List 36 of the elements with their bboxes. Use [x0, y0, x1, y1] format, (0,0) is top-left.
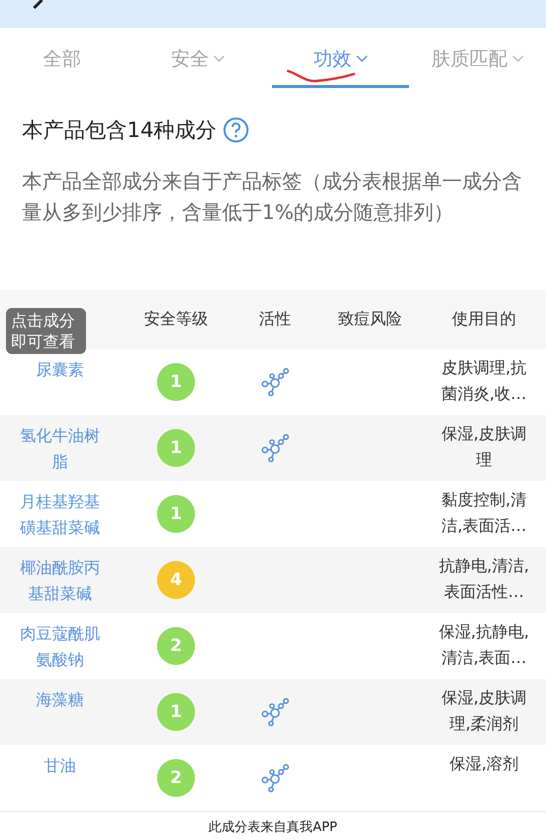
safety-badge: 2: [157, 759, 195, 797]
safety-badge: 4: [157, 561, 195, 599]
column-header: 安全等级: [144, 309, 208, 330]
safety-badge: 1: [157, 363, 195, 401]
description-text: 本产品全部成分来自于产品标签（成分表根据单一成分含量从多到少排序，含量低于1%的成分随意排列）: [22, 168, 523, 226]
section-title: 本产品包含14种成分: [22, 117, 217, 144]
source-note: 此成分表来自真我APP: [208, 820, 338, 835]
table-cell-text: 抗静电,清洁,表面活性…: [438, 555, 530, 603]
table-cell-text: 皮肤调理,抗菌消炎,收…: [440, 357, 528, 405]
ingredient-link[interactable]: 海藻糖: [36, 687, 84, 713]
table-cell-text: 黏度控制,清洁,表面活…: [440, 489, 528, 537]
tab[interactable]: 全部: [0, 28, 124, 90]
ingredient-link[interactable]: 椰油酰胺丙基甜菜碱: [18, 555, 102, 607]
ingredient-link[interactable]: 尿囊素: [36, 357, 84, 383]
tab[interactable]: 安全: [124, 28, 272, 90]
column-header: 使用目的: [452, 309, 516, 330]
ingredient-link[interactable]: 甘油: [44, 753, 76, 779]
safety-badge: 1: [157, 429, 195, 467]
tab[interactable]: 肤质匹配: [409, 28, 546, 90]
ingredient-link[interactable]: 肉豆蔻酰肌氨酸钠: [18, 621, 102, 673]
help-icon[interactable]: [222, 117, 249, 143]
safety-badge: 1: [157, 693, 195, 731]
hand-drawn-underline: [286, 68, 356, 84]
table-cell-text: 保湿,溶剂: [449, 753, 519, 775]
column-header: 致痘风险: [338, 309, 402, 330]
column-header: 活性: [259, 309, 291, 330]
tooltip: 点击成分即可查看: [6, 308, 86, 354]
ingredient-link[interactable]: 氢化牛油树脂: [18, 423, 102, 475]
ingredient-link[interactable]: 月桂基羟基磺基甜菜碱: [18, 489, 102, 541]
safety-badge: 1: [157, 495, 195, 533]
tab[interactable]: 功效: [272, 28, 409, 90]
table-cell-text: 保湿,皮肤调理: [440, 423, 528, 471]
table-cell-text: 保湿,皮肤调理,柔润剂: [440, 687, 528, 735]
table-cell-text: 保湿,抗静电,清洁,表面…: [438, 621, 530, 669]
safety-badge: 2: [157, 627, 195, 665]
back-icon[interactable]: [30, 0, 44, 10]
